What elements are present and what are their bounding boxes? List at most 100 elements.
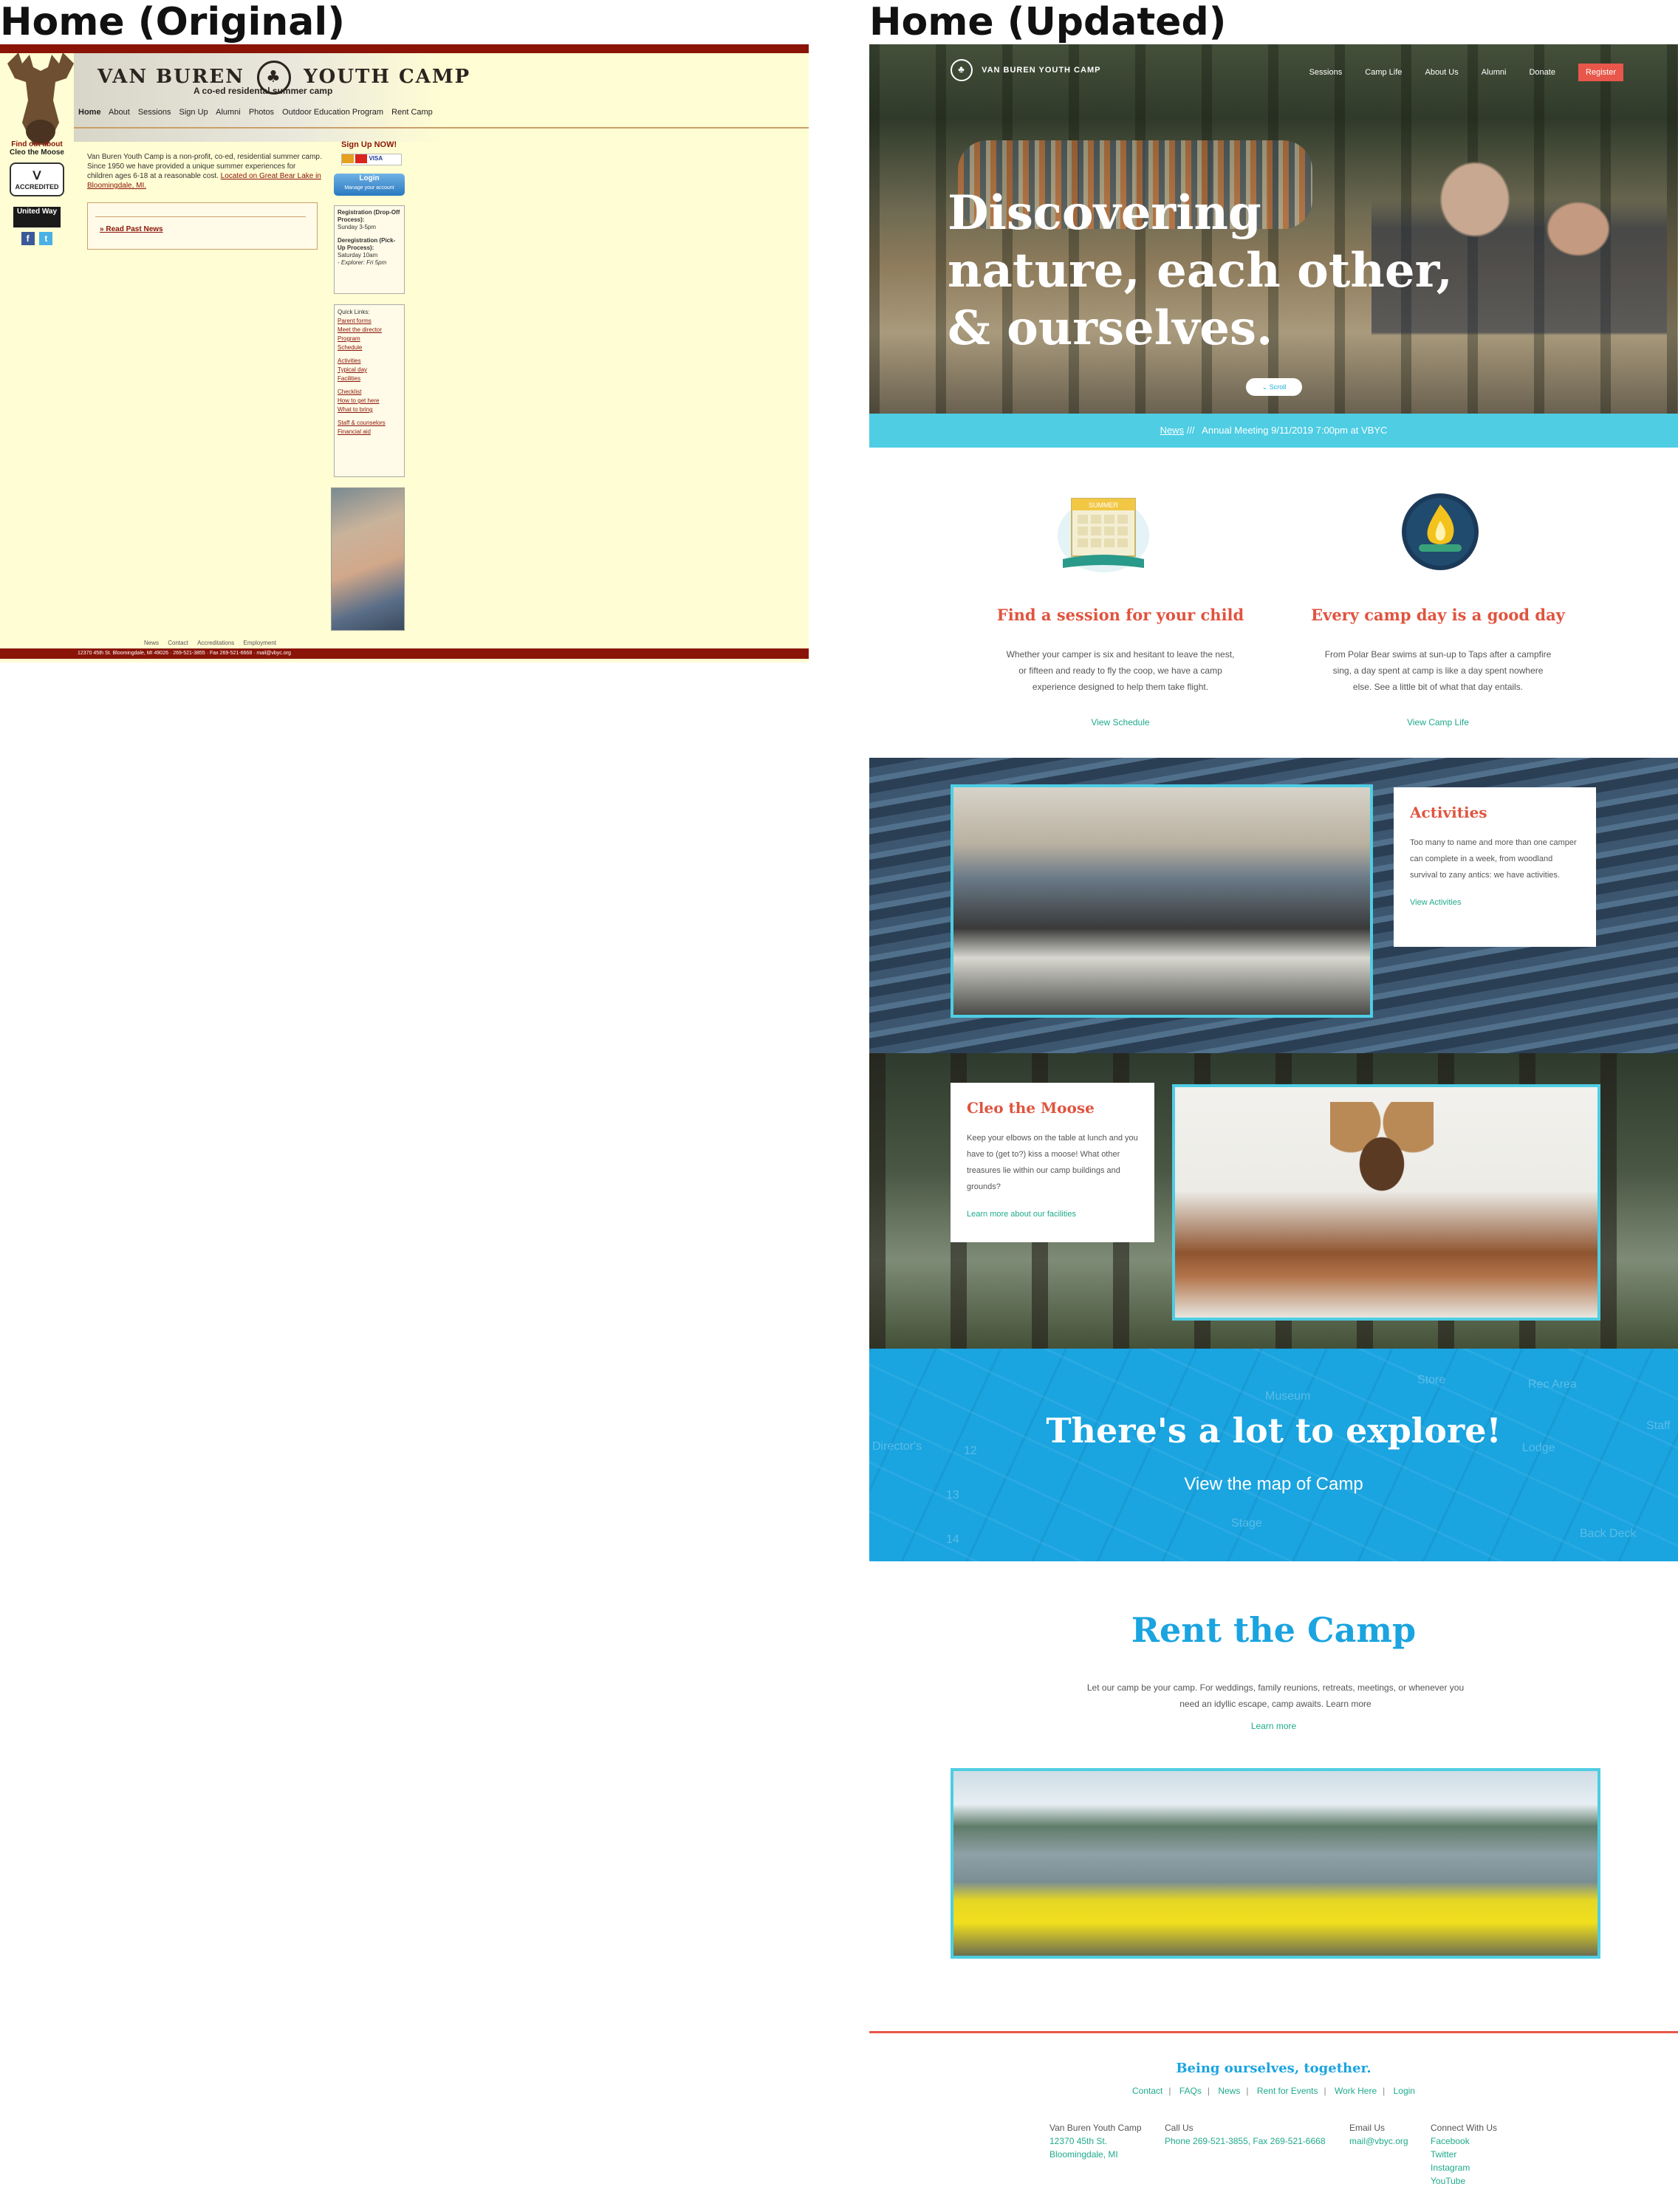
reg-time: Sunday 3-5pm xyxy=(338,224,377,230)
separator: | xyxy=(1246,2086,1249,2096)
updated-site: ♣ VAN BUREN YOUTH CAMP Sessions Camp Lif… xyxy=(869,44,1678,2212)
footer-link[interactable]: News xyxy=(1218,2086,1240,2096)
footer-link[interactable]: Accreditations xyxy=(197,640,234,646)
nav-item-alumni[interactable]: Alumni xyxy=(1482,68,1507,77)
footer-bar: 12370 45th St. Bloomingdale, MI 49026 · … xyxy=(0,648,809,659)
nav-item-photos[interactable]: Photos xyxy=(249,108,274,117)
quick-link[interactable]: Meet the director xyxy=(338,326,401,335)
footer-link[interactable]: Contact xyxy=(1132,2086,1162,2096)
nav-item-sessions[interactable]: Sessions xyxy=(1309,68,1343,77)
logo-label: VAN BUREN YOUTH CAMP xyxy=(982,65,1101,75)
news-separator: /// xyxy=(1186,425,1195,436)
news-link[interactable]: News xyxy=(1160,425,1185,436)
nav-item-about[interactable]: About xyxy=(109,108,130,117)
footer-social-link[interactable]: YouTube xyxy=(1431,2174,1497,2188)
footer-link[interactable]: Employment xyxy=(244,640,276,646)
quick-link[interactable]: What to bring xyxy=(338,405,401,414)
footer-link[interactable]: Contact xyxy=(168,640,188,646)
original-heading: Home (Original) xyxy=(0,0,345,44)
campers-photo xyxy=(331,487,405,631)
quick-link[interactable]: Checklist xyxy=(338,388,401,397)
footer-phone[interactable]: Phone 269-521-3855, Fax 269-521-6668 xyxy=(1165,2134,1326,2148)
footer-email-heading: Email Us xyxy=(1349,2123,1386,2133)
quick-link[interactable]: Parent forms xyxy=(338,317,401,326)
scroll-label: Scroll xyxy=(1269,383,1287,391)
site-logo[interactable]: ♣ VAN BUREN YOUTH CAMP xyxy=(951,59,1100,81)
quick-link[interactable]: Financial aid xyxy=(338,428,401,436)
nav-item-alumni[interactable]: Alumni xyxy=(216,108,241,117)
footer-tagline: Being ourselves, together. xyxy=(1176,2061,1371,2076)
footer-street[interactable]: 12370 45th St. xyxy=(1049,2134,1142,2148)
rent-learn-more-link[interactable]: Learn more xyxy=(869,1721,1678,1731)
separator: | xyxy=(1323,2086,1326,2096)
nav-item-camp-life[interactable]: Camp Life xyxy=(1365,68,1402,77)
discover-icon xyxy=(355,154,368,163)
login-button[interactable]: Login Manage your account xyxy=(334,174,405,196)
footer-link[interactable]: Rent for Events xyxy=(1257,2086,1318,2096)
footer-links: Contact | FAQs | News | Rent for Events | Wo… xyxy=(869,2086,1678,2096)
signup-heading[interactable]: Sign Up NOW! xyxy=(341,140,397,149)
rent-text: Let our camp be your camp. For weddings,… xyxy=(1086,1682,1465,1709)
quick-link[interactable]: Staff & counselors xyxy=(338,419,401,428)
view-activities-link[interactable]: View Activities xyxy=(1410,898,1580,907)
quick-link[interactable]: Program xyxy=(338,335,401,343)
footer-link[interactable]: News xyxy=(144,640,159,646)
visa-label: VISA xyxy=(369,155,383,162)
separator: | xyxy=(1168,2086,1171,2096)
quick-link[interactable]: Activities xyxy=(338,357,401,366)
footer-social-link[interactable]: Instagram xyxy=(1431,2161,1497,2174)
footer-address: Van Buren Youth Camp 12370 45th St. Bloo… xyxy=(1049,2121,1142,2161)
footer-link[interactable]: FAQs xyxy=(1179,2086,1202,2096)
nav-item-donate[interactable]: Donate xyxy=(1529,68,1555,77)
quick-links-title: Quick Links: xyxy=(338,309,370,315)
nav-item-rent-camp[interactable]: Rent Camp xyxy=(391,108,433,117)
read-past-news-label: Read Past News xyxy=(106,225,163,233)
feature-camp-life-text: From Polar Bear swims at sun-up to Taps … xyxy=(1324,649,1552,692)
view-camp-life-link[interactable]: View Camp Life xyxy=(1298,717,1578,727)
logo-right: YOUTH CAMP xyxy=(304,66,471,88)
footer-connect-heading: Connect With Us xyxy=(1431,2123,1498,2133)
acc-badge-label: ACCREDITED xyxy=(15,183,59,191)
accreditation-badge[interactable]: ᐯ ACCREDITED xyxy=(10,162,64,196)
footer-connect: Connect With Us Facebook Twitter Instagr… xyxy=(1431,2121,1497,2188)
intro-block: Van Buren Youth Camp is a non-profit, co… xyxy=(87,152,323,191)
footer-link[interactable]: Login xyxy=(1394,2086,1415,2096)
view-map-link[interactable]: View the map of Camp xyxy=(869,1474,1678,1495)
footer-email-link[interactable]: mail@vbyc.org xyxy=(1349,2134,1408,2148)
register-button[interactable]: Register xyxy=(1578,64,1623,81)
registration-box: Registration (Drop-Off Process): Sunday … xyxy=(334,205,405,294)
map-label: Store xyxy=(1417,1374,1446,1386)
nav-item-sign-up[interactable]: Sign Up xyxy=(179,108,208,117)
news-divider xyxy=(95,216,306,217)
united-way-badge[interactable]: United Way xyxy=(13,207,61,227)
moose-head xyxy=(1330,1102,1434,1205)
footer-social-link[interactable]: Twitter xyxy=(1431,2148,1497,2161)
quick-link[interactable]: Facilities xyxy=(338,374,401,383)
footer-social-link[interactable]: Facebook xyxy=(1431,2134,1497,2148)
quick-link[interactable]: Schedule xyxy=(338,343,401,352)
news-bar: News /// Annual Meeting 9/11/2019 7:00pm… xyxy=(869,414,1678,448)
quick-link[interactable]: How to get here xyxy=(338,397,401,405)
scroll-button[interactable]: ⌄ Scroll xyxy=(1246,378,1302,396)
nav-item-home[interactable]: Home xyxy=(78,108,101,117)
activities-photo xyxy=(951,784,1373,1018)
footer-city[interactable]: Bloomingdale, MI xyxy=(1049,2148,1142,2161)
cleo-link[interactable]: Cleo the Moose xyxy=(7,148,66,157)
original-site: VAN BUREN ♣ YOUTH CAMP A co-ed residenta… xyxy=(0,44,809,662)
view-schedule-link[interactable]: View Schedule xyxy=(980,717,1261,727)
nav-item-about-us[interactable]: About Us xyxy=(1425,68,1458,77)
nav-item-sessions[interactable]: Sessions xyxy=(138,108,171,117)
facebook-icon[interactable]: f xyxy=(21,232,35,245)
twitter-icon[interactable]: t xyxy=(39,232,53,245)
footer-link[interactable]: Work Here xyxy=(1335,2086,1377,2096)
hero-headline: Discovering nature, each other, & oursel… xyxy=(948,185,1453,356)
nav-item-outdoor-education[interactable]: Outdoor Education Program xyxy=(282,108,383,117)
read-past-news-link[interactable]: » Read Past News xyxy=(100,225,163,233)
map-label: Stage xyxy=(1231,1517,1262,1530)
facilities-link[interactable]: Learn more about our facilities xyxy=(967,1210,1138,1219)
quick-link[interactable]: Typical day xyxy=(338,366,401,374)
footer-call: Call Us Phone 269-521-3855, Fax 269-521-… xyxy=(1165,2121,1326,2148)
separator: | xyxy=(1207,2086,1210,2096)
moose-photo xyxy=(1172,1084,1600,1321)
quick-links-box: Quick Links: Parent forms Meet the direc… xyxy=(334,304,405,477)
